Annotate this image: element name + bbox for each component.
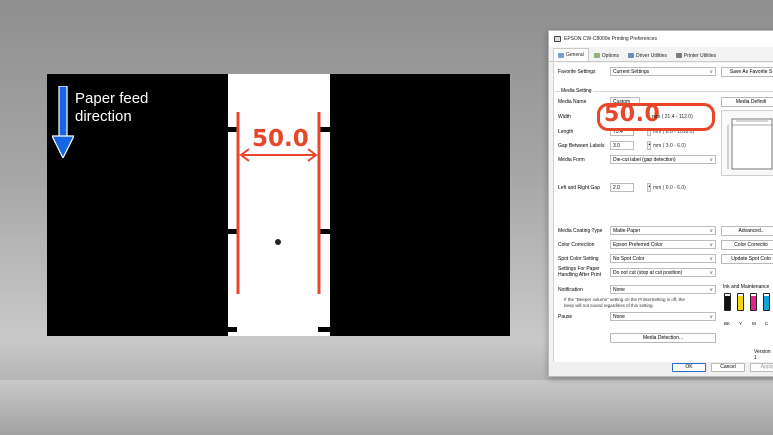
media-form-value: Die-cut label (gap detection) bbox=[613, 157, 676, 163]
tab-bar: General Options Driver Utilities Printer… bbox=[549, 48, 773, 62]
notification-label: Notification bbox=[558, 287, 583, 293]
feed-direction-label: Paper feed direction bbox=[75, 90, 148, 126]
ink-label-bk: BK bbox=[724, 321, 731, 326]
ink-label-y: Y bbox=[739, 321, 743, 326]
width-dimension-lines bbox=[236, 112, 321, 294]
tab-printer-utilities-label: Printer Utilities bbox=[683, 52, 717, 59]
spot-color-value: No Spot Color bbox=[613, 256, 645, 262]
notification-select[interactable]: None ∨ bbox=[610, 285, 716, 294]
chevron-down-icon: ∨ bbox=[709, 270, 713, 276]
ok-button[interactable]: OK bbox=[672, 363, 706, 372]
gap-between-labels-input[interactable]: 3.0 bbox=[610, 141, 634, 150]
printer-app-icon bbox=[554, 36, 561, 42]
ink-level-c bbox=[764, 296, 769, 310]
chevron-down-icon: ∨ bbox=[709, 256, 713, 262]
left-right-gap-label: Left and Right Gap bbox=[558, 185, 600, 191]
tab-general-label: General bbox=[566, 52, 584, 58]
general-tab-icon bbox=[558, 52, 564, 58]
paper-feed-illustration: Paper feed direction 50.0 bbox=[47, 74, 510, 336]
ink-label-m: M bbox=[752, 321, 756, 326]
cancel-button[interactable]: Cancel bbox=[711, 363, 745, 372]
chevron-down-icon: ∨ bbox=[709, 157, 713, 163]
spot-color-label: Spot Color Setting bbox=[558, 256, 599, 262]
apply-button[interactable]: Apply bbox=[750, 363, 773, 372]
label-preview-icon bbox=[727, 118, 773, 170]
advanced-button[interactable]: Advanced.. bbox=[721, 226, 773, 236]
left-right-gap-range: mm ( 0.0 - 6.0) bbox=[653, 185, 686, 191]
gap-range: mm ( 3.0 - 6.0) bbox=[653, 143, 686, 149]
spot-color-select[interactable]: No Spot Color ∨ bbox=[610, 254, 716, 263]
ink-cartridge-m bbox=[750, 293, 757, 311]
background-floor bbox=[0, 380, 773, 435]
paper-handling-label-line2: Handling After Print bbox=[558, 271, 602, 278]
pause-select[interactable]: None ∨ bbox=[610, 312, 716, 321]
media-coating-value: Matte Paper bbox=[613, 228, 641, 234]
notification-value: None bbox=[613, 287, 625, 293]
tab-driver-utilities-label: Driver Utilities bbox=[636, 52, 667, 59]
driver-utilities-tab-icon bbox=[628, 53, 635, 58]
pause-value: None bbox=[613, 314, 625, 320]
chevron-down-icon: ∨ bbox=[709, 314, 713, 320]
media-setting-title: Media Setting bbox=[560, 88, 593, 94]
tab-driver-utilities[interactable]: Driver Utilities bbox=[624, 50, 671, 61]
media-form-label: Media Form bbox=[558, 157, 585, 163]
length-label: Length bbox=[558, 129, 574, 135]
paper-handling-select[interactable]: Do not cut (stop at cut position) ∨ bbox=[610, 268, 716, 277]
media-preview-diagram bbox=[721, 110, 773, 176]
favorite-settings-value: Current Settings bbox=[613, 69, 650, 75]
favorite-settings-label: Favorite Settings bbox=[558, 69, 596, 75]
media-coating-select[interactable]: Matte Paper ∨ bbox=[610, 226, 716, 235]
ink-level-y bbox=[738, 296, 743, 310]
media-name-label: Media Name bbox=[558, 99, 587, 105]
beeper-note: If the "Beeper volume" setting on the Pr… bbox=[564, 297, 714, 308]
ink-cartridge-bk bbox=[724, 293, 731, 311]
chevron-down-icon: ∨ bbox=[709, 287, 713, 293]
beeper-note-line2: beep will not sound regardless of this s… bbox=[564, 302, 654, 308]
color-correction-select[interactable]: Epson Preferred Color ∨ bbox=[610, 240, 716, 249]
update-spot-color-button[interactable]: Update Spot Colo bbox=[721, 254, 773, 264]
width-dimension-label: 50.0 bbox=[252, 126, 309, 152]
pause-label: Pause bbox=[558, 314, 573, 320]
paper-handling-value: Do not cut (stop at cut position) bbox=[613, 270, 683, 276]
dialog-title: EPSON CW-C8000e Printing Preferences bbox=[564, 36, 658, 42]
media-coating-label: Media Coating Type bbox=[558, 228, 603, 234]
media-definition-button[interactable]: Media Definiti bbox=[721, 97, 773, 107]
ink-level-bk bbox=[725, 295, 730, 310]
ink-cartridge-c bbox=[763, 293, 770, 311]
gap-spinner[interactable]: ▲ bbox=[647, 141, 651, 150]
chevron-down-icon: ∨ bbox=[709, 242, 713, 248]
ink-cartridge-y bbox=[737, 293, 744, 311]
tab-general[interactable]: General bbox=[553, 48, 589, 61]
color-correction-button[interactable]: Color Correctio bbox=[721, 240, 773, 250]
feed-label-line2: direction bbox=[75, 108, 132, 125]
paper-handling-label: Settings For Paper Handling After Print bbox=[558, 266, 602, 278]
left-right-gap-spinner[interactable]: ▲ bbox=[647, 183, 651, 192]
dialog-titlebar: EPSON CW-C8000e Printing Preferences bbox=[549, 31, 773, 47]
ink-level-m bbox=[751, 296, 756, 310]
options-tab-icon bbox=[593, 53, 600, 58]
feed-label-line1: Paper feed bbox=[75, 90, 149, 107]
chevron-down-icon: ∨ bbox=[709, 228, 713, 234]
left-right-gap-input[interactable]: 2.0 bbox=[610, 183, 634, 192]
save-as-favorite-button[interactable]: Save As Favorite S bbox=[721, 67, 773, 77]
tab-printer-utilities[interactable]: Printer Utilities bbox=[672, 50, 720, 61]
media-detection-button[interactable]: Media Detection... bbox=[610, 333, 716, 343]
color-correction-label: Color Correction bbox=[558, 242, 595, 248]
down-arrow-icon bbox=[52, 86, 74, 158]
printer-utilities-tab-icon bbox=[675, 53, 682, 58]
media-form-select[interactable]: Die-cut label (gap detection) ∨ bbox=[610, 155, 716, 164]
color-correction-value: Epson Preferred Color bbox=[613, 242, 663, 248]
width-range: mm ( 21.4 - 112.0) bbox=[652, 114, 693, 120]
tab-options[interactable]: Options bbox=[590, 50, 623, 61]
tab-options-label: Options bbox=[601, 52, 620, 59]
gap-between-labels-label: Gap Between Labels bbox=[558, 143, 605, 149]
version-label: Version 1 bbox=[754, 349, 771, 361]
chevron-down-icon: ∨ bbox=[709, 69, 713, 75]
ink-label-c: C bbox=[765, 321, 769, 326]
width-label: Width bbox=[558, 114, 571, 120]
favorite-settings-select[interactable]: Current Settings ∨ bbox=[610, 67, 716, 76]
ink-maintenance-title: Ink and Maintenance bbox=[723, 284, 770, 290]
